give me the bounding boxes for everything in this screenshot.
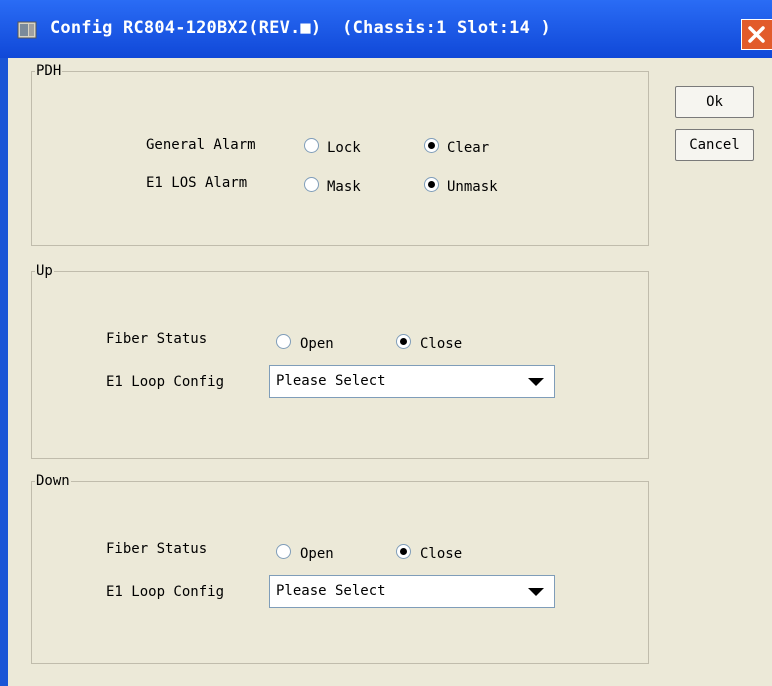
- e1-los-mask-label[interactable]: Mask: [327, 178, 361, 196]
- e1-los-unmask-label[interactable]: Unmask: [447, 178, 498, 196]
- window-title: Config RC804-120BX2(REV.■) (Chassis:1 Sl…: [50, 18, 551, 38]
- up-group-label: Up: [35, 263, 54, 279]
- close-button[interactable]: [741, 19, 772, 50]
- down-fiber-close-radio[interactable]: [396, 544, 411, 559]
- up-group: Up Fiber Status Open Close E1 Loop Confi…: [31, 263, 649, 459]
- e1-los-unmask-radio[interactable]: [424, 177, 439, 192]
- up-fiber-close-radio[interactable]: [396, 334, 411, 349]
- down-group-label: Down: [35, 473, 71, 489]
- up-fiber-open-radio[interactable]: [276, 334, 291, 349]
- ok-button[interactable]: Ok: [675, 86, 754, 118]
- general-alarm-label: General Alarm: [146, 137, 256, 153]
- cancel-button[interactable]: Cancel: [675, 129, 754, 161]
- up-fiber-close-label[interactable]: Close: [420, 335, 462, 353]
- down-fiber-close-label[interactable]: Close: [420, 545, 462, 563]
- chevron-down-icon[interactable]: [528, 588, 544, 596]
- pdh-group-label: PDH: [35, 63, 63, 79]
- down-fiber-status-label: Fiber Status: [106, 541, 208, 557]
- down-fiber-open-radio[interactable]: [276, 544, 291, 559]
- up-e1-loop-config-label: E1 Loop Config: [106, 374, 225, 390]
- down-e1-loop-config-label: E1 Loop Config: [106, 584, 225, 600]
- down-e1-loop-config-value: Please Select: [276, 583, 386, 599]
- pdh-group: PDH General Alarm Lock Clear E1 LOS Alar…: [31, 63, 649, 246]
- up-fiber-status-label: Fiber Status: [106, 331, 208, 347]
- up-fiber-open-label[interactable]: Open: [300, 335, 334, 353]
- dialog-body: PDH General Alarm Lock Clear E1 LOS Alar…: [8, 58, 772, 686]
- chevron-down-icon[interactable]: [528, 378, 544, 386]
- title-bar[interactable]: Config RC804-120BX2(REV.■) (Chassis:1 Sl…: [0, 0, 772, 58]
- down-fiber-open-label[interactable]: Open: [300, 545, 334, 563]
- down-e1-loop-config-select[interactable]: Please Select: [269, 575, 555, 608]
- e1-los-mask-radio[interactable]: [304, 177, 319, 192]
- up-e1-loop-config-value: Please Select: [276, 373, 386, 389]
- general-alarm-clear-label[interactable]: Clear: [447, 139, 489, 157]
- close-icon: [748, 26, 765, 43]
- general-alarm-lock-radio[interactable]: [304, 138, 319, 153]
- down-group: Down Fiber Status Open Close E1 Loop Con…: [31, 473, 649, 664]
- config-dialog: Config RC804-120BX2(REV.■) (Chassis:1 Sl…: [0, 0, 772, 686]
- general-alarm-clear-radio[interactable]: [424, 138, 439, 153]
- up-e1-loop-config-select[interactable]: Please Select: [269, 365, 555, 398]
- e1-los-alarm-label: E1 LOS Alarm: [146, 175, 248, 191]
- app-window-icon: [17, 21, 37, 39]
- general-alarm-lock-label[interactable]: Lock: [327, 139, 361, 157]
